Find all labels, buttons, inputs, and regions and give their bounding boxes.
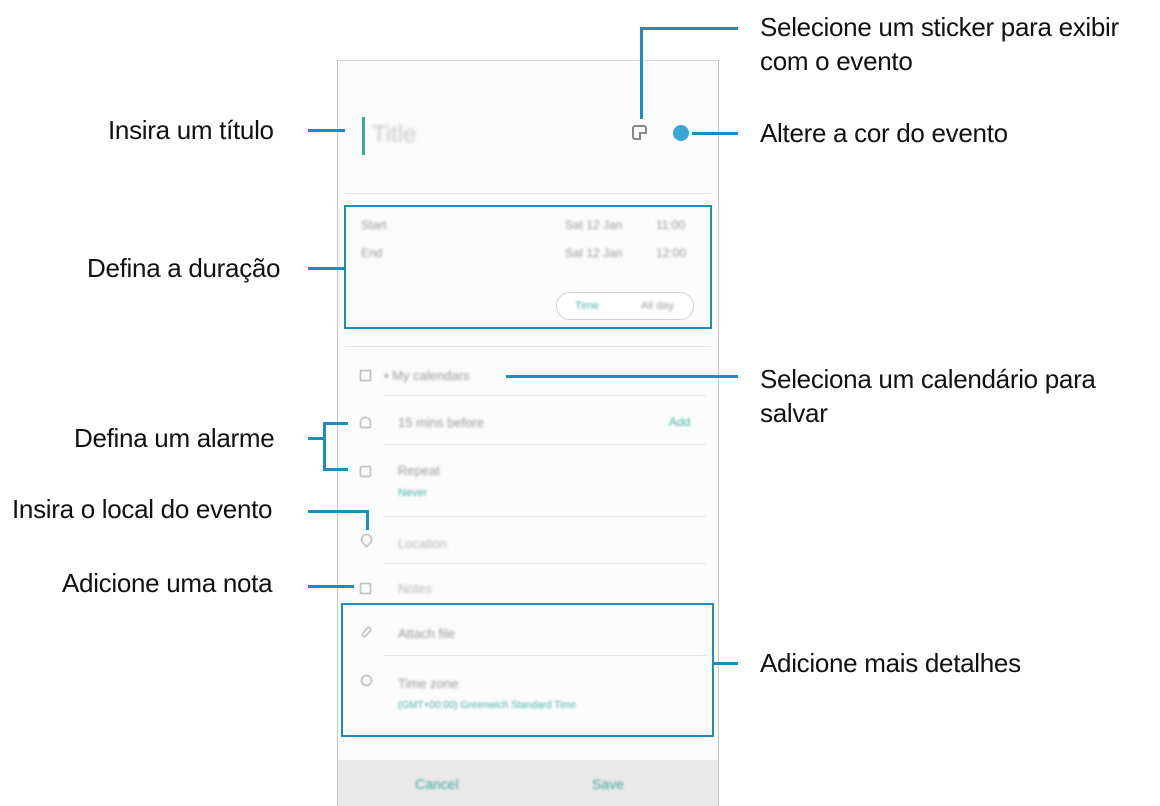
add-alarm-button[interactable]: Add bbox=[669, 415, 690, 429]
bell-icon bbox=[360, 417, 371, 428]
divider bbox=[384, 444, 706, 445]
callout-color: Altere a cor do evento bbox=[760, 118, 1008, 148]
event-color-button[interactable] bbox=[673, 125, 689, 141]
callout-line-alarm bbox=[323, 422, 348, 425]
divider bbox=[384, 395, 706, 396]
calendar-name: My calendars bbox=[392, 368, 470, 383]
callout-line-alarm bbox=[308, 437, 324, 440]
title-input[interactable]: Title bbox=[372, 121, 416, 149]
callout-details: Adicione mais detalhes bbox=[760, 648, 1021, 678]
callout-location: Insira o local do evento bbox=[12, 494, 273, 524]
callout-line-note bbox=[308, 585, 354, 588]
callout-line-alarm bbox=[323, 468, 348, 471]
repeat-value[interactable]: Never bbox=[398, 487, 427, 499]
callout-line-sticker bbox=[640, 27, 643, 119]
callout-line-duration bbox=[308, 267, 344, 270]
callout-line-color bbox=[692, 132, 738, 135]
callout-line-alarm bbox=[323, 422, 326, 470]
callout-sticker-line2: com o evento bbox=[760, 46, 913, 76]
alarm-value[interactable]: 15 mins before bbox=[398, 415, 484, 430]
callout-line-location bbox=[366, 510, 369, 530]
callout-calendar-line1: Seleciona um calendário para bbox=[760, 364, 1096, 394]
callout-line-details bbox=[714, 662, 738, 665]
callout-line-sticker bbox=[640, 27, 738, 30]
notes-icon bbox=[360, 583, 371, 594]
notes-input[interactable]: Notes bbox=[398, 581, 432, 596]
save-button[interactable]: Save bbox=[592, 776, 624, 792]
duration-highlight bbox=[344, 205, 712, 329]
divider bbox=[345, 346, 711, 347]
callout-line-location bbox=[308, 510, 368, 513]
title-cursor bbox=[362, 117, 365, 155]
callout-title: Insira um título bbox=[108, 115, 274, 145]
sticker-icon[interactable] bbox=[632, 125, 647, 140]
callout-line-calendar bbox=[506, 375, 738, 378]
callout-sticker-line1: Selecione um sticker para exibir bbox=[760, 12, 1119, 42]
callout-calendar-line2: salvar bbox=[760, 398, 828, 428]
calendar-icon bbox=[360, 370, 371, 381]
details-highlight bbox=[341, 603, 714, 737]
divider bbox=[345, 193, 711, 194]
divider bbox=[384, 516, 706, 517]
repeat-icon bbox=[360, 466, 371, 477]
location-input[interactable]: Location bbox=[398, 536, 447, 551]
repeat-label[interactable]: Repeat bbox=[398, 463, 440, 478]
callout-line-title bbox=[308, 129, 345, 132]
callout-alarm: Defina um alarme bbox=[74, 423, 275, 453]
cancel-button[interactable]: Cancel bbox=[415, 776, 459, 792]
bottom-action-bar bbox=[338, 760, 718, 806]
callout-note: Adicione uma nota bbox=[62, 568, 273, 598]
calendar-selector[interactable]: • My calendars bbox=[384, 368, 469, 383]
callout-duration: Defina a duração bbox=[87, 253, 281, 283]
divider bbox=[384, 563, 706, 564]
